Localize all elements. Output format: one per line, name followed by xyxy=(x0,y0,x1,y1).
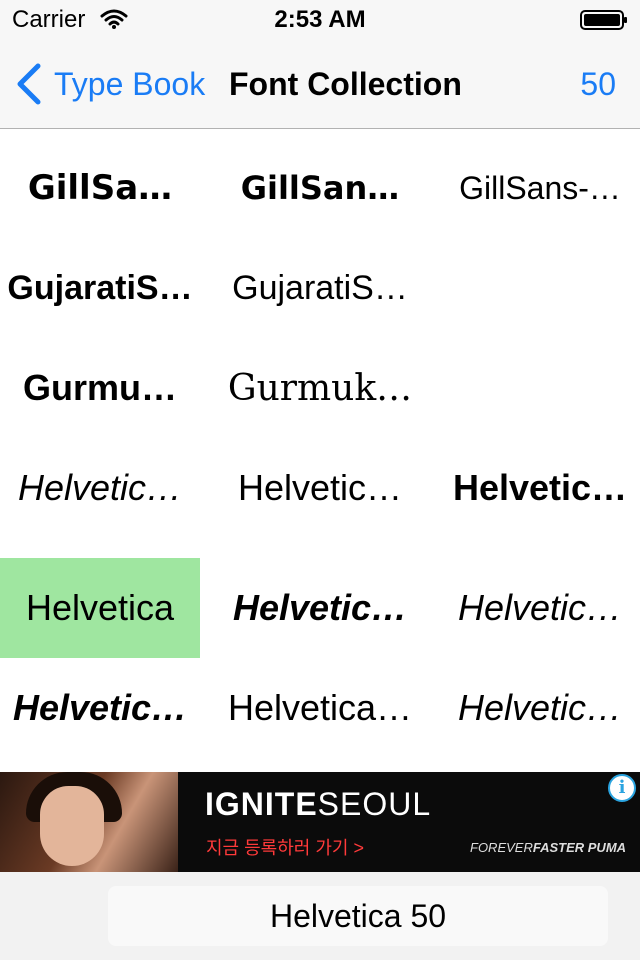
font-cell-helveticaneue-boldoblique[interactable]: Helvetic… xyxy=(0,658,200,758)
ad-banner[interactable]: IGNITESEOUL 지금 등록하러 가기 > FOREVERFASTER P… xyxy=(0,772,640,872)
back-button-label: Type Book xyxy=(54,65,206,102)
font-row: GillSa… GillSan… GillSans-… xyxy=(0,138,640,238)
info-icon[interactable]: i xyxy=(608,774,636,802)
font-cell-gujarati-bold[interactable]: GujaratiS… xyxy=(0,238,200,338)
font-cell-helvetica-selected[interactable]: Helvetica xyxy=(0,558,200,658)
font-row: Helvetic… Helvetic… Helvetic… xyxy=(0,438,640,538)
font-row: GujaratiS… GujaratiS… xyxy=(0,238,640,338)
font-cell-gujarati-regular[interactable]: GujaratiS… xyxy=(220,238,420,338)
chevron-left-icon xyxy=(17,63,41,105)
font-cell-helvetica-boldoblique[interactable]: Helvetic… xyxy=(220,558,420,658)
font-cell-helvetica-lightoblique[interactable]: Helvetic… xyxy=(440,558,640,658)
font-row: Helvetic… Helvetica… Helvetic… xyxy=(0,658,640,758)
font-row: Helvetica Helvetic… Helvetic… xyxy=(0,538,640,658)
navigation-bar: Type Book Font Collection 50 xyxy=(0,40,640,129)
font-cell-helvetica-light[interactable]: Helvetic… xyxy=(220,438,420,538)
selected-font-button[interactable]: Helvetica 50 xyxy=(108,886,608,946)
status-bar: Carrier 2:53 AM xyxy=(0,0,640,40)
font-cell-helveticaneue-light[interactable]: Helvetica… xyxy=(220,658,420,758)
font-cell-helveticaneue-italic[interactable]: Helvetic… xyxy=(440,658,640,758)
font-grid: GillSa… GillSan… GillSans-… GujaratiS… G… xyxy=(0,138,640,758)
bottom-bar: Helvetica 50 xyxy=(0,872,640,960)
font-cell-gillsans-bold[interactable]: GillSan… xyxy=(220,138,420,238)
page-title: Font Collection xyxy=(229,66,462,102)
font-cell-gillsans-semibold[interactable]: GillSans-… xyxy=(440,138,640,238)
font-cell-gillsans-ultrabold[interactable]: GillSa… xyxy=(0,138,200,238)
battery-icon xyxy=(580,10,627,30)
font-cell-helvetica-bold[interactable]: Helvetic… xyxy=(440,438,640,538)
ad-brand-text: IGNITESEOUL xyxy=(205,786,432,822)
font-cell-helvetica-oblique[interactable]: Helvetic… xyxy=(0,438,200,538)
status-time: 2:53 AM xyxy=(274,6,366,33)
ad-photo xyxy=(0,772,178,872)
ad-tagline: FOREVERFASTER PUMA xyxy=(470,840,627,855)
ad-cta-text: 지금 등록하러 가기 > xyxy=(206,838,364,858)
back-button[interactable]: Type Book xyxy=(14,62,205,106)
font-row: Gurmu… Gurmuk… xyxy=(0,338,640,438)
font-size-button[interactable]: 50 xyxy=(580,66,616,103)
font-cell-gurmukhi-bold[interactable]: Gurmu… xyxy=(0,338,200,438)
app-screen: Carrier 2:53 AM Type Book Font Collectio… xyxy=(0,0,640,960)
font-cell-gurmukhi-regular[interactable]: Gurmuk… xyxy=(220,338,420,438)
